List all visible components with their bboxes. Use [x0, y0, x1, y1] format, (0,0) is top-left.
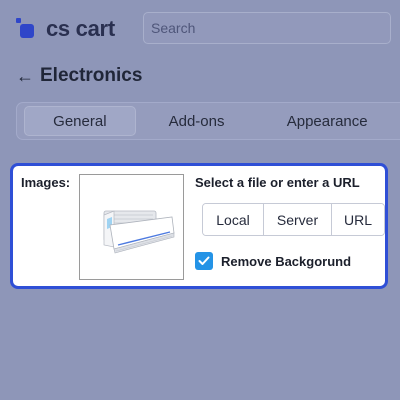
url-button[interactable]: URL: [332, 204, 384, 235]
tab-appearance[interactable]: Appearance: [257, 106, 397, 136]
back-arrow-icon[interactable]: ←: [16, 67, 34, 85]
search-input[interactable]: [143, 12, 391, 44]
images-panel: Images: Select a file or enter a URL Loc…: [10, 163, 388, 289]
remove-background-label: Remove Backgorund: [221, 253, 352, 269]
logo-mark-icon: [16, 16, 42, 42]
images-label: Images:: [21, 175, 71, 190]
checkmark-icon: [198, 256, 210, 265]
tab-general[interactable]: General: [24, 106, 136, 136]
remove-background-option: Remove Backgorund: [195, 252, 351, 270]
file-source-group: Local Server URL: [202, 203, 385, 236]
page-title: Electronics: [40, 65, 143, 86]
product-image-thumbnail[interactable]: [79, 174, 184, 280]
local-button[interactable]: Local: [203, 204, 264, 235]
tab-add-ons[interactable]: Add-ons: [142, 106, 252, 136]
server-button[interactable]: Server: [264, 204, 332, 235]
logo-text: cs cart: [46, 16, 115, 41]
tab-bar: General Add-ons Appearance: [16, 102, 400, 140]
cs-cart-logo[interactable]: cs cart: [16, 14, 115, 44]
air-conditioner-image: [103, 210, 175, 254]
select-file-label: Select a file or enter a URL: [195, 175, 360, 190]
remove-background-checkbox[interactable]: [195, 252, 213, 270]
page-header: ← Electronics: [16, 64, 142, 88]
